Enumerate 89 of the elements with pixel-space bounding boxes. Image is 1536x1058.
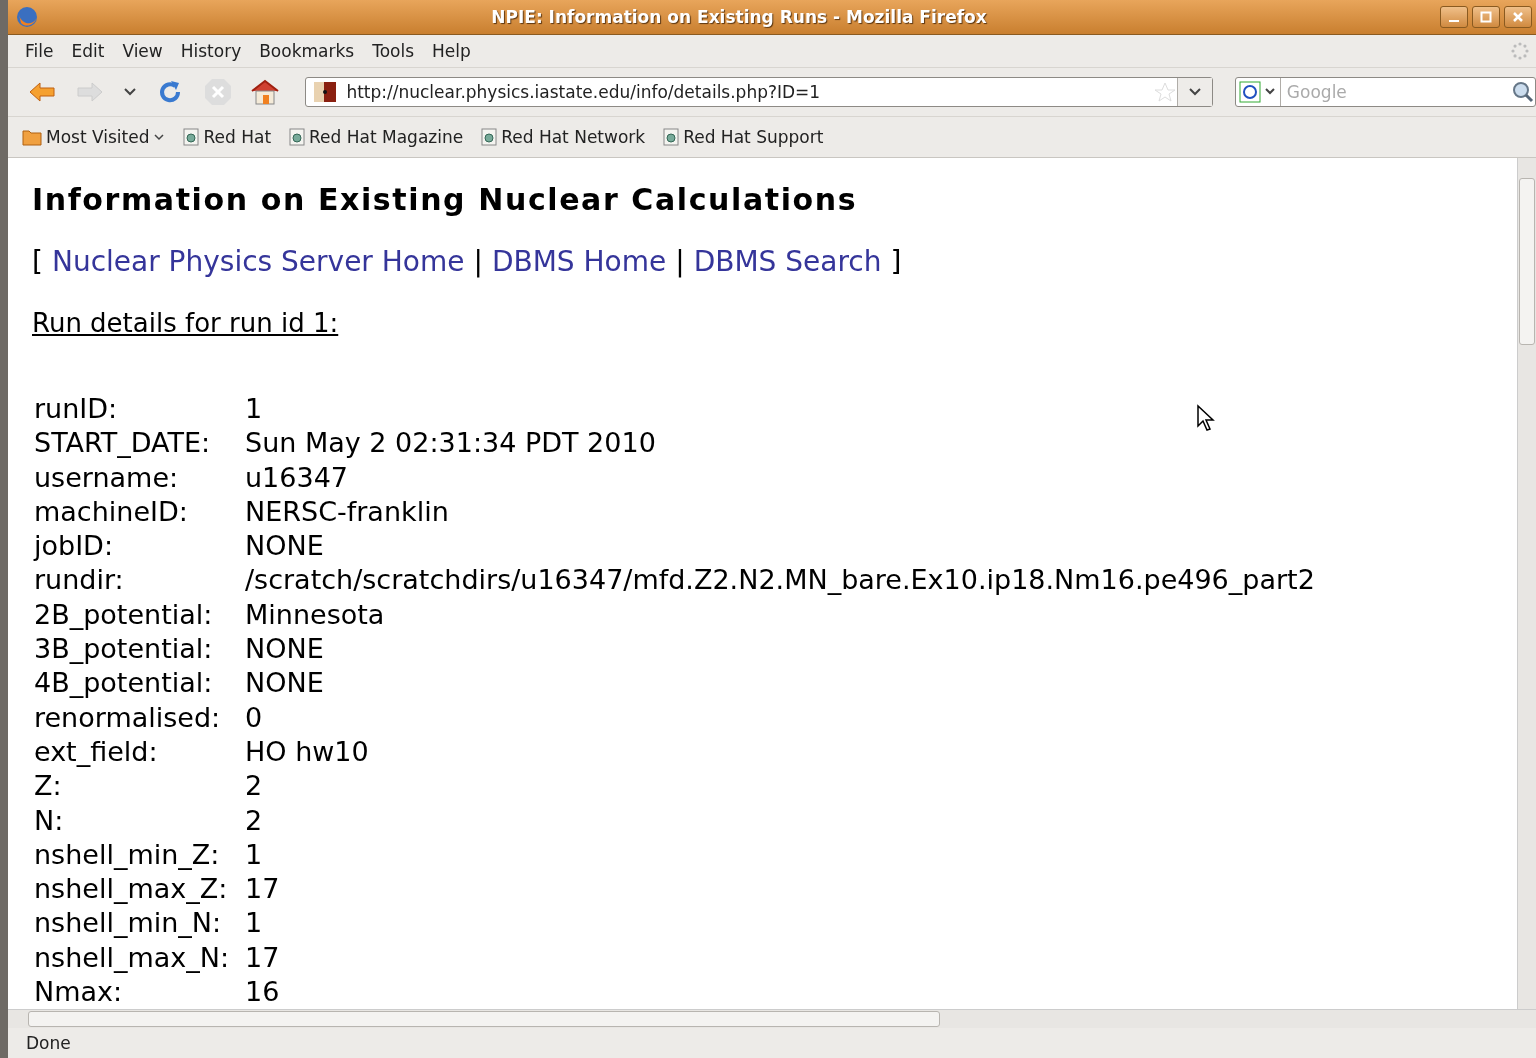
bookmark-page-icon <box>663 128 680 146</box>
search-box[interactable]: Google <box>1234 77 1536 107</box>
mouse-cursor-icon <box>1196 404 1216 432</box>
field-value: /scratch/scratchdirs/u16347/mfd.Z2.N2.MN_bare.Ex10.ip18.Nm16.pe496_part2 <box>245 563 1315 598</box>
field-value: 2 <box>245 803 263 838</box>
field-value: u16347 <box>245 460 348 495</box>
forward-arrow-icon <box>75 81 104 103</box>
field-value: 17 <box>245 872 280 907</box>
home-icon <box>250 78 281 106</box>
throbber-icon <box>1510 41 1530 61</box>
field-value: 1 <box>245 392 263 426</box>
caret-icon <box>1187 87 1202 97</box>
section-heading: Run details for run id 1: <box>32 308 339 338</box>
address-bar[interactable]: http://nuclear.physics.iastate.edu/info/details.php?ID=1 <box>305 77 1213 107</box>
field-label: jobID: <box>34 529 113 564</box>
bookmark-page-icon <box>481 128 498 146</box>
site-icon <box>312 81 339 103</box>
field-value: 1 <box>245 837 263 872</box>
menu-item[interactable]: Edit <box>64 41 116 61</box>
field-label: runID: <box>34 392 118 426</box>
minimize-button[interactable] <box>1440 6 1468 28</box>
field-label: username: <box>34 460 179 495</box>
field-label: machineID: <box>34 494 188 529</box>
nav-separator: | <box>473 245 483 278</box>
field-value: NERSC-franklin <box>245 494 449 529</box>
menu-item[interactable]: Bookmarks <box>252 41 366 61</box>
menu-item[interactable]: History <box>173 41 253 61</box>
status-text: Done <box>25 1032 72 1055</box>
bookmark-page-icon <box>183 128 200 146</box>
nav-link[interactable]: DBMS Home <box>491 245 667 278</box>
field-value: NONE <box>245 529 324 564</box>
url-text: http://nuclear.physics.iastate.edu/info/details.php?ID=1 <box>345 82 822 102</box>
caret-icon <box>122 87 137 97</box>
folder-icon <box>22 128 42 146</box>
nav-separator: | <box>675 245 685 278</box>
stop-icon <box>202 77 233 107</box>
vertical-scrollbar[interactable] <box>1517 158 1536 1009</box>
field-label: 3B_potential: <box>34 632 213 667</box>
window-title: NPIE: Information on Existing Runs - Mozilla Firefox <box>490 7 988 27</box>
back-arrow-icon <box>27 81 56 103</box>
field-label: nshell_max_Z: <box>34 872 228 907</box>
field-label: Nmax: <box>34 975 123 1009</box>
field-label: START_DATE: <box>34 426 211 461</box>
field-value: NONE <box>245 632 324 667</box>
bookmark-link[interactable]: Red Hat <box>183 127 272 147</box>
field-value: Minnesota <box>245 597 385 632</box>
nav-separator: [ <box>32 245 43 278</box>
bookmark-page-icon <box>289 128 306 146</box>
nav-separator: ] <box>890 245 902 278</box>
field-value: 1 <box>245 906 263 941</box>
page-heading: Information on Existing Nuclear Calculations <box>32 182 859 217</box>
close-icon <box>1512 11 1524 23</box>
search-icon[interactable] <box>1511 80 1535 104</box>
close-button[interactable] <box>1504 6 1532 28</box>
field-value: 0 <box>245 700 263 735</box>
menu-item[interactable]: Help <box>425 41 482 61</box>
menu-item[interactable]: File <box>18 41 65 61</box>
field-label: 4B_potential: <box>34 666 213 701</box>
horizontal-scrollbar[interactable] <box>8 1009 1536 1028</box>
nav-link[interactable]: Nuclear Physics Server Home <box>51 245 465 278</box>
maximize-button[interactable] <box>1472 6 1500 28</box>
bookmark-link[interactable]: Red Hat Network <box>481 127 646 147</box>
field-label: nshell_min_Z: <box>34 837 220 872</box>
bookmark-folder[interactable]: Most Visited <box>22 127 166 147</box>
star-icon[interactable] <box>1152 81 1177 103</box>
nav-link[interactable]: DBMS Search <box>693 245 882 278</box>
field-label: 2B_potential: <box>34 597 213 632</box>
field-label: nshell_min_N: <box>34 906 222 941</box>
field-value: HO hw10 <box>245 734 369 769</box>
field-label: rundir: <box>34 563 124 598</box>
browser-logo-icon <box>16 6 38 28</box>
bookmark-link[interactable]: Red Hat Magazine <box>289 127 464 147</box>
minimize-icon <box>1449 20 1459 22</box>
field-label: N: <box>34 803 64 838</box>
field-value: 16 <box>245 975 280 1009</box>
menu-item[interactable]: View <box>115 41 174 61</box>
field-value: 2 <box>245 769 263 804</box>
field-value: NONE <box>245 666 324 701</box>
field-label: ext_field: <box>34 734 158 769</box>
maximize-icon <box>1480 11 1492 23</box>
caret-icon <box>153 132 166 142</box>
field-label: renormalised: <box>34 700 221 735</box>
field-label: nshell_max_N: <box>34 940 230 975</box>
url-dropdown-button[interactable] <box>1176 78 1212 106</box>
field-value: 17 <box>245 940 280 975</box>
bookmark-link[interactable]: Red Hat Support <box>663 127 824 147</box>
field-value: Sun May 2 02:31:34 PDT 2010 <box>245 426 656 461</box>
menu-item[interactable]: Tools <box>365 41 426 61</box>
field-label: Z: <box>34 769 62 804</box>
